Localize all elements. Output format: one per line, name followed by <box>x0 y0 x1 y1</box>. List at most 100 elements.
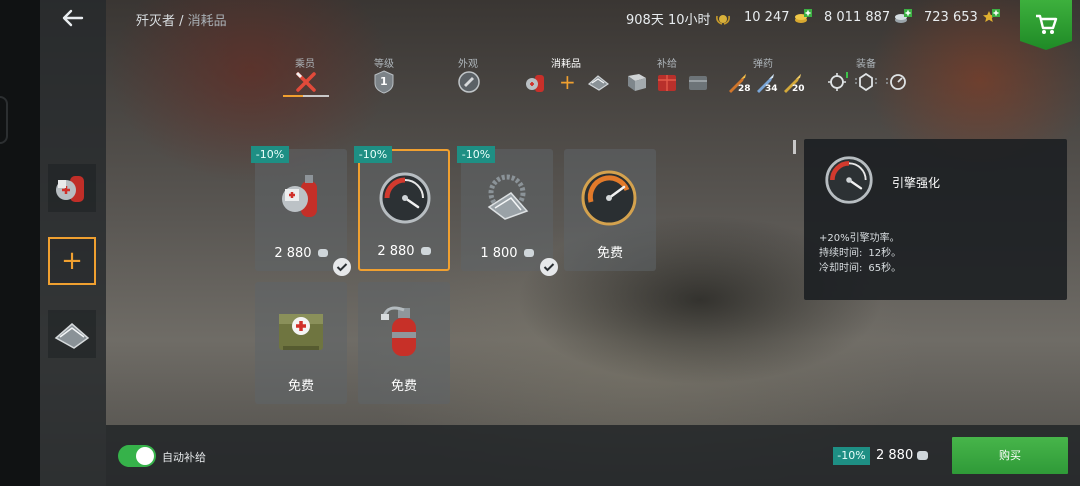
free-xp-balance[interactable]: 723 653 <box>924 9 1000 25</box>
ammo-count-3: 20 <box>792 84 805 94</box>
consumable-card-medkit[interactable]: 免费 <box>255 282 347 404</box>
consumable-info-panel: 引擎强化 +20%引擎功率。 持续时间: 12秒。 冷却时间: 65秒。 <box>804 139 1067 300</box>
add-slot-plus-icon: + <box>559 70 576 94</box>
breadcrumb-vehicle[interactable]: 歼灭者 <box>136 14 175 29</box>
price-value: 2 880 <box>274 246 312 261</box>
crossed-wrench-icon <box>295 71 316 92</box>
bottom-bar <box>106 425 1080 486</box>
owned-check-icon <box>333 258 351 276</box>
equipment-slot-2-icon <box>855 72 877 92</box>
discount-badge: -10% <box>354 146 392 163</box>
paint-spray-icon <box>458 71 480 93</box>
engine-gauge-icon <box>379 172 431 224</box>
tab-ammo-label: 弹药 <box>753 59 773 70</box>
repair-kit-slot-icon <box>56 176 84 202</box>
scrollbar-thumb[interactable] <box>793 140 796 154</box>
premium-wreath-icon <box>715 14 730 25</box>
ammo-count-1: 28 <box>738 84 751 94</box>
silver-coins-icon <box>420 247 431 255</box>
gold-balance[interactable]: 10 247 <box>744 9 812 25</box>
credits-balance[interactable]: 8 011 887 <box>824 9 913 25</box>
track-drill-icon <box>487 174 529 220</box>
credits-value: 8 011 887 <box>824 9 891 25</box>
gold-value: 10 247 <box>744 9 790 25</box>
silver-coins-plus-icon <box>895 9 913 23</box>
toggle-knob <box>136 447 154 465</box>
breadcrumb-section: 消耗品 <box>187 14 227 29</box>
info-title: 引擎强化 <box>892 176 941 190</box>
tab-consumables-label: 消耗品 <box>551 59 581 70</box>
gold-coins-plus-icon <box>794 9 812 23</box>
tab-level-label: 等级 <box>374 59 394 70</box>
tab-supplies-label: 补给 <box>657 59 677 70</box>
total-price: 2 880 <box>876 448 929 463</box>
price-value: 免费 <box>596 246 623 261</box>
repair-kit-icon <box>282 175 317 217</box>
consumable-card-speed-gauge[interactable]: 免费 <box>564 149 656 271</box>
supply-box-icon <box>628 74 646 91</box>
cooldown-value: 65秒。 <box>868 263 902 274</box>
crew-progress-bar <box>283 95 329 97</box>
duration-label: 持续时间: <box>819 248 863 259</box>
xp-star-plus-icon <box>982 9 1000 22</box>
premium-time[interactable]: 908天 10小时 <box>626 9 731 28</box>
duration-value: 12秒。 <box>868 248 902 259</box>
ammo-count-2: 34 <box>765 84 778 94</box>
silver-coins-icon <box>523 249 534 257</box>
screen-edge <box>0 0 40 486</box>
engine-gauge-icon <box>825 156 873 204</box>
tab-crew-label: 乘员 <box>295 59 315 70</box>
premium-time-value: 908天 10小时 <box>626 13 711 28</box>
back-button[interactable] <box>60 6 86 30</box>
discount-badge: -10% <box>251 146 289 163</box>
breadcrumb: 歼灭者 / 消耗品 <box>136 10 227 29</box>
red-supply-crate-icon <box>658 75 676 91</box>
orange-gauge-icon <box>581 170 637 226</box>
consumable-card-repair-kit[interactable]: 2 880 <box>255 149 347 271</box>
price: 免费 <box>564 242 656 261</box>
price-value: 1 800 <box>480 246 518 261</box>
info-description: +20%引擎功率。 持续时间: 12秒。 冷却时间: 65秒。 <box>819 231 901 276</box>
fire-extinguisher-icon <box>381 306 416 356</box>
back-arrow-icon <box>62 9 84 27</box>
free-xp-value: 723 653 <box>924 9 978 25</box>
level-number: 1 <box>380 75 388 88</box>
price: 免费 <box>358 375 450 394</box>
consumable-card-track-drill[interactable]: 1 800 <box>461 149 553 271</box>
price: 2 880 <box>360 244 448 259</box>
silver-coins-icon <box>317 249 328 257</box>
top-bar: 歼灭者 / 消耗品 908天 10小时 10 247 8 011 887 723… <box>40 0 1080 50</box>
medkit-icon <box>279 314 323 350</box>
cooldown-label: 冷却时间: <box>819 263 863 274</box>
price-value: 免费 <box>287 379 314 394</box>
add-consumable-slot[interactable]: + <box>48 237 96 285</box>
plus-icon: + <box>61 246 83 276</box>
equipment-slot-3-icon <box>886 74 906 90</box>
owned-check-icon <box>540 258 558 276</box>
total-discount-badge: -10% <box>833 447 870 465</box>
track-drill-slot-icon <box>54 323 90 349</box>
auto-resupply-label: 自动补给 <box>162 451 206 464</box>
consumable-slot-repair[interactable] <box>48 164 96 212</box>
info-effect: +20%引擎功率。 <box>819 233 900 244</box>
equipment-slot-1-icon <box>828 72 848 91</box>
buy-button[interactable]: 购买 <box>952 437 1068 474</box>
repair-kit-small-icon <box>526 75 544 92</box>
shopping-cart-icon <box>1036 14 1058 34</box>
track-drill-small-icon <box>587 75 610 91</box>
price: 免费 <box>255 375 347 394</box>
consumable-slot-track[interactable] <box>48 310 96 358</box>
total-price-value: 2 880 <box>876 448 914 463</box>
tab-appearance-label: 外观 <box>458 59 478 70</box>
breadcrumb-separator: / <box>175 14 188 29</box>
discount-badge: -10% <box>457 146 495 163</box>
silver-coins-icon <box>917 451 929 460</box>
price-value: 2 880 <box>377 244 415 259</box>
tab-equipment-label: 装备 <box>856 59 876 70</box>
auto-resupply-toggle[interactable] <box>118 445 156 467</box>
device-side-button <box>0 96 8 144</box>
consumable-card-fire-extinguisher[interactable]: 免费 <box>358 282 450 404</box>
grey-supply-crate-icon <box>689 76 707 90</box>
shop-button[interactable] <box>1020 0 1072 50</box>
consumable-card-engine-boost[interactable]: 2 880 <box>358 149 450 271</box>
